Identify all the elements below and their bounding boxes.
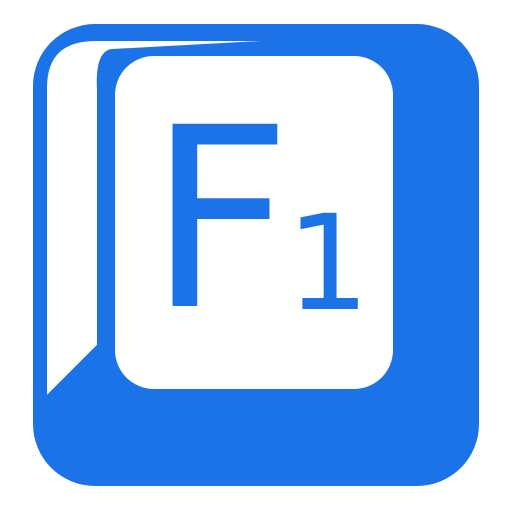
f1-key-icon: F 1 (0, 0, 512, 512)
key-letter: F (148, 74, 292, 365)
keyboard-key-graphic: F 1 (33, 24, 479, 486)
key-number: 1 (286, 187, 370, 341)
